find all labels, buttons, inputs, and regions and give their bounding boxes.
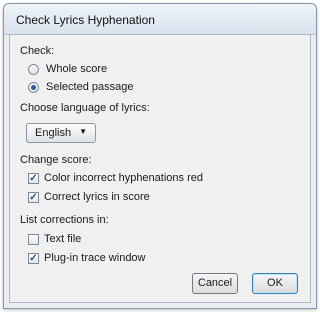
checkbox-text-file-label[interactable]: Text file xyxy=(44,233,81,245)
list-corrections-label: List corrections in: xyxy=(20,214,109,226)
window-title: Check Lyrics Hyphenation xyxy=(16,13,155,27)
checkbox-color-incorrect-label[interactable]: Color incorrect hyphenations red xyxy=(44,172,203,184)
checkmark-icon: ✓ xyxy=(29,192,38,203)
check-label: Check: xyxy=(20,45,55,57)
language-selected-value: English xyxy=(35,127,72,139)
radio-selected-passage-label[interactable]: Selected passage xyxy=(46,81,133,93)
radio-selected-passage[interactable] xyxy=(28,82,39,93)
checkmark-icon: ✓ xyxy=(29,253,38,264)
checkbox-plugin-trace[interactable]: ✓ xyxy=(28,253,39,264)
dialog-content: Check: Whole score Selected passage Choo… xyxy=(9,34,311,303)
checkbox-plugin-trace-label[interactable]: Plug-in trace window xyxy=(44,252,146,264)
dialog-window: Check Lyrics Hyphenation Check: Whole sc… xyxy=(3,3,317,309)
checkbox-text-file[interactable] xyxy=(28,234,39,245)
language-select[interactable]: English ▼ xyxy=(26,123,96,143)
language-label: Choose language of lyrics: xyxy=(20,102,150,114)
radio-whole-score[interactable] xyxy=(28,64,39,75)
cancel-button[interactable]: Cancel xyxy=(192,273,238,294)
checkmark-icon: ✓ xyxy=(29,173,38,184)
radio-whole-score-label[interactable]: Whole score xyxy=(46,63,107,75)
ok-button[interactable]: OK xyxy=(252,273,298,294)
chevron-down-icon: ▼ xyxy=(79,127,87,136)
checkbox-color-incorrect[interactable]: ✓ xyxy=(28,173,39,184)
checkbox-correct-lyrics[interactable]: ✓ xyxy=(28,192,39,203)
change-score-label: Change score: xyxy=(20,154,92,166)
checkbox-correct-lyrics-label[interactable]: Correct lyrics in score xyxy=(44,191,150,203)
title-bar[interactable]: Check Lyrics Hyphenation xyxy=(4,4,316,35)
